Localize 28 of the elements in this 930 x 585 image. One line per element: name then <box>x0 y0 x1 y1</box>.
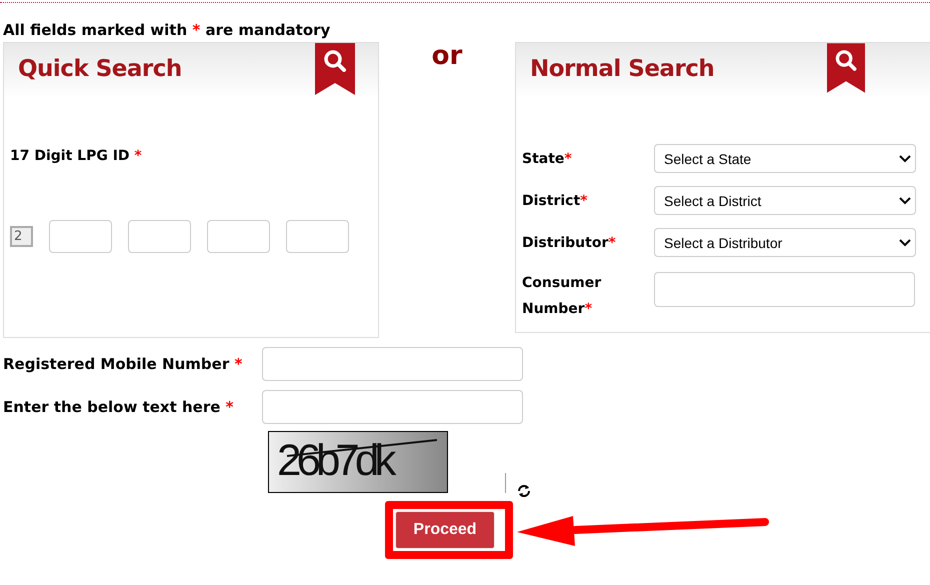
panel-title: Normal Search <box>530 56 714 82</box>
proceed-button[interactable]: Proceed <box>395 511 495 549</box>
field-label: 17 Digit LPG ID * <box>10 148 143 164</box>
panel-title: Quick Search <box>18 56 182 82</box>
input-field[interactable] <box>654 272 915 306</box>
chevron-down-icon <box>899 154 911 162</box>
chevron-down-icon <box>899 238 911 246</box>
dropdown[interactable]: Select a District <box>654 186 916 215</box>
field-label: State* <box>522 150 573 168</box>
field-label: Distributor* <box>522 234 617 252</box>
field-label: Enter the below text here * <box>3 398 234 416</box>
id-prefix: 2 <box>10 226 33 247</box>
field-label: Registered Mobile Number * <box>3 355 244 373</box>
input-field[interactable] <box>262 390 523 424</box>
id-segment-field[interactable] <box>286 220 349 253</box>
dropdown[interactable]: Select a Distributor <box>654 228 916 257</box>
input-field[interactable] <box>262 347 523 381</box>
id-segment-field[interactable] <box>207 220 270 253</box>
captcha-image: 26b7dk <box>268 431 448 493</box>
or-separator: or <box>430 42 464 70</box>
field-label: District* <box>522 192 588 210</box>
id-segment-field[interactable] <box>49 220 112 253</box>
mandatory-notice: All fields marked with * are mandatory <box>3 20 332 40</box>
dropdown[interactable]: Select a State <box>654 144 916 173</box>
chevron-down-icon <box>899 196 911 204</box>
field-label: Consumer Number* <box>522 274 602 319</box>
refresh-icon[interactable] <box>516 483 532 499</box>
id-segment-field[interactable] <box>128 220 191 253</box>
